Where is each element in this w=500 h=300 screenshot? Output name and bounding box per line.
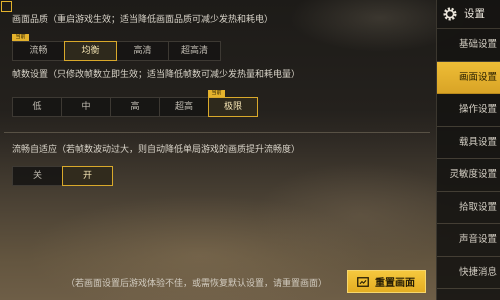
sidebar-item-vehicle[interactable]: 载具设置 — [437, 127, 500, 159]
sidebar-item-graphics[interactable]: 画面设置 — [437, 61, 500, 94]
section-smooth-adaptive: 流畅自适应（若帧数波动过大，则自动降低单局游戏的画质提升流畅度） 关 开 — [12, 144, 430, 186]
adaptive-option-on[interactable]: 开 — [62, 166, 113, 186]
current-tag: 当前 — [208, 90, 225, 97]
quality-option-ultra-hd[interactable]: 超高清 — [168, 41, 221, 61]
reset-hint-text: （若画面设置后游戏体验不佳，或需恢复默认设置，请重置画面） — [66, 279, 328, 289]
section-picture-quality: 画面品质（重启游戏生效；适当降低画面品质可减少发热和耗电） 当前 流畅 均衡 高… — [12, 14, 430, 61]
quality-option-balanced[interactable]: 均衡 — [64, 41, 117, 61]
sidebar-item-sensitivity[interactable]: 灵敏度设置 — [437, 159, 500, 192]
adaptive-option-off[interactable]: 关 — [12, 166, 63, 186]
sidebar-item-basic[interactable]: 基础设置 — [437, 29, 500, 62]
option-label: 超高清 — [180, 46, 208, 56]
picture-quality-options: 当前 流畅 均衡 高清 超高清 — [12, 34, 221, 61]
reset-icon — [357, 276, 369, 287]
sidebar-header: 设置 — [437, 0, 500, 29]
option-label: 高 — [130, 102, 140, 112]
fps-option-medium[interactable]: 中 — [61, 97, 111, 117]
fps-option-high[interactable]: 高 — [110, 97, 160, 117]
picture-quality-title: 画面品质（重启游戏生效；适当降低画面品质可减少发热和耗电） — [12, 15, 274, 25]
sidebar-item-quick-chat[interactable]: 快捷消息 — [437, 257, 500, 289]
smooth-adaptive-title: 流畅自适应（若帧数波动过大，则自动降低单局游戏的画质提升流畅度） — [12, 145, 301, 155]
frame-rate-title: 帧数设置（只修改帧数立即生效；适当降低帧数可减少发热量和耗电量） — [12, 70, 301, 80]
quality-option-hd[interactable]: 高清 — [116, 41, 169, 61]
option-label: 低 — [32, 102, 42, 112]
section-frame-rate: 帧数设置（只修改帧数立即生效；适当降低帧数可减少发热量和耗电量） 低 中 高 超… — [12, 69, 430, 117]
section-divider — [4, 132, 430, 133]
sidebar-title: 设置 — [464, 8, 485, 20]
sidebar-item-pickup[interactable]: 拾取设置 — [437, 192, 500, 224]
option-label: 关 — [32, 171, 42, 181]
square-outline-icon[interactable] — [1, 1, 12, 12]
gear-icon — [443, 7, 457, 21]
smooth-adaptive-options: 关 开 — [12, 166, 113, 186]
option-label: 开 — [82, 171, 92, 181]
fps-option-low[interactable]: 低 — [12, 97, 62, 117]
option-label: 中 — [81, 102, 91, 112]
frame-rate-options: 低 中 高 超高 当前 极限 — [12, 90, 258, 117]
reset-button-label: 重置画面 — [375, 278, 415, 289]
sidebar-item-audio[interactable]: 声音设置 — [437, 224, 500, 257]
option-label: 流畅 — [29, 46, 48, 56]
sidebar-item-controls[interactable]: 操作设置 — [437, 94, 500, 127]
fps-option-extreme[interactable]: 当前 极限 — [208, 90, 258, 117]
option-label: 极限 — [223, 102, 242, 112]
settings-sidebar: 设置 基础设置 画面设置 操作设置 载具设置 灵敏度设置 拾取设置 声音设置 快… — [436, 0, 500, 300]
fps-option-ultra[interactable]: 超高 — [159, 97, 209, 117]
quality-option-smooth[interactable]: 当前 流畅 — [12, 34, 65, 61]
option-label: 超高 — [174, 102, 193, 112]
option-label: 均衡 — [81, 46, 100, 56]
current-tag: 当前 — [12, 34, 29, 41]
reset-graphics-button[interactable]: 重置画面 — [347, 270, 426, 293]
option-label: 高清 — [133, 46, 152, 56]
